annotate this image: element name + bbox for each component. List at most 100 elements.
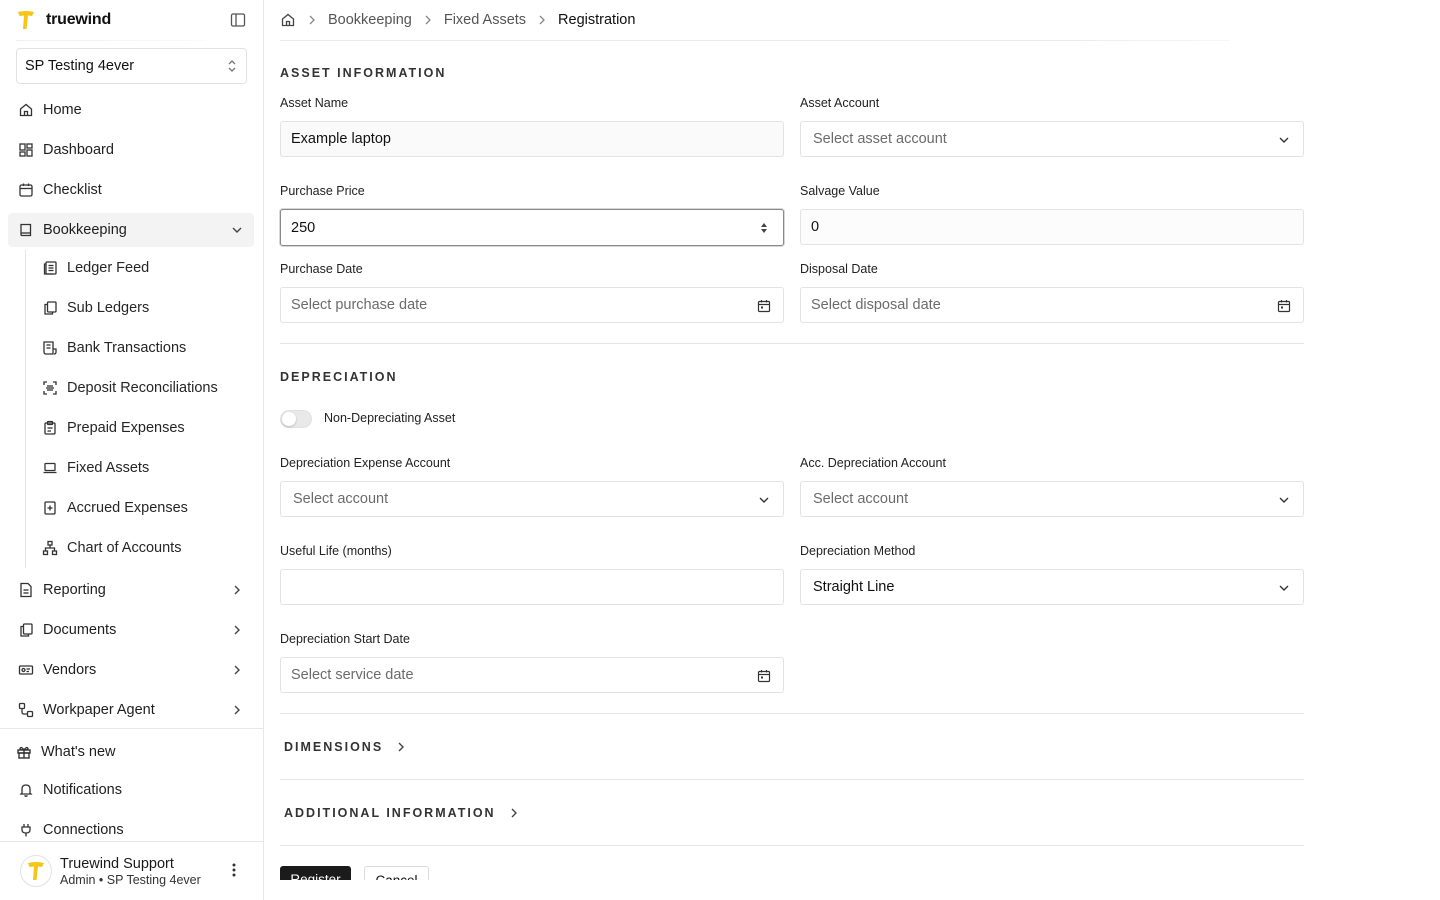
org-selector[interactable]: SP Testing 4ever xyxy=(16,48,247,84)
asset-account-placeholder: Select asset account xyxy=(813,131,947,147)
sidebar-subitem-deposit-reconciliations[interactable]: Deposit Reconciliations xyxy=(34,372,244,404)
sidebar-subitem-prepaid-expenses[interactable]: Prepaid Expenses xyxy=(34,412,244,444)
user-profile[interactable]: Truewind Support Admin • SP Testing 4eve… xyxy=(0,842,264,900)
dimensions-title: DIMENSIONS xyxy=(284,740,384,754)
depreciation-expense-account-select[interactable]: Select account xyxy=(280,481,784,517)
sidebar-subitem-label: Bank Transactions xyxy=(67,340,187,356)
sidebar-subitem-bank-transactions[interactable]: Bank Transactions xyxy=(34,332,244,364)
sidebar-item-label: Dashboard xyxy=(43,142,114,158)
hierarchy-icon xyxy=(42,540,58,556)
breadcrumb-fixed-assets[interactable]: Fixed Assets xyxy=(444,12,526,28)
section-divider xyxy=(280,343,1304,344)
chevron-right-icon xyxy=(234,665,240,675)
number-stepper-icon[interactable] xyxy=(757,221,771,235)
chevron-down-icon xyxy=(759,497,769,503)
receipt-icon xyxy=(42,340,58,356)
sidebar-item-label: Checklist xyxy=(43,182,102,198)
asset-name-label: Asset Name xyxy=(280,96,349,110)
chevron-down-icon xyxy=(232,227,242,233)
dimensions-section-toggle[interactable]: DIMENSIONS xyxy=(284,740,407,754)
salvage-value-input[interactable]: 0 xyxy=(800,209,1304,245)
sidebar-item-workpaper-agent[interactable]: Workpaper Agent xyxy=(8,693,254,727)
depreciation-start-date-label: Depreciation Start Date xyxy=(280,632,410,646)
sidebar-subitem-ledger-feed[interactable]: Ledger Feed xyxy=(34,252,244,284)
purchase-date-input[interactable]: Select purchase date xyxy=(280,287,784,323)
depreciation-start-date-placeholder: Select service date xyxy=(291,667,414,683)
section-title-asset-information: ASSET INFORMATION xyxy=(280,66,447,80)
sidebar-subitem-sub-ledgers[interactable]: Sub Ledgers xyxy=(34,292,244,324)
sidebar-item-reporting[interactable]: Reporting xyxy=(8,573,254,607)
chevron-right-icon xyxy=(511,808,517,818)
salvage-value-label: Salvage Value xyxy=(800,184,880,198)
depreciation-method-select[interactable]: Straight Line xyxy=(800,569,1304,605)
section-title-depreciation: DEPRECIATION xyxy=(280,370,398,384)
sidebar-toggle-icon[interactable] xyxy=(230,12,246,28)
sidebar-item-vendors[interactable]: Vendors xyxy=(8,653,254,687)
additional-information-section-toggle[interactable]: ADDITIONAL INFORMATION xyxy=(284,806,520,820)
disposal-date-input[interactable]: Select disposal date xyxy=(800,287,1304,323)
asset-name-value: Example laptop xyxy=(291,131,391,147)
asset-account-select[interactable]: Select asset account xyxy=(800,121,1304,157)
sidebar-item-dashboard[interactable]: Dashboard xyxy=(8,133,254,167)
depreciation-start-date-input[interactable]: Select service date xyxy=(280,657,784,693)
sidebar-divider xyxy=(0,728,264,729)
laptop-icon xyxy=(42,460,58,476)
chevron-right-icon xyxy=(234,705,240,715)
plus-square-icon xyxy=(42,500,58,516)
book-icon xyxy=(18,222,34,238)
depreciation-expense-account-placeholder: Select account xyxy=(293,491,389,507)
plug-icon xyxy=(18,822,34,838)
ledger-icon xyxy=(42,260,58,276)
sidebar-item-label: Documents xyxy=(43,622,117,638)
acc-depreciation-account-select[interactable]: Select account xyxy=(800,481,1304,517)
non-depreciating-label: Non-Depreciating Asset xyxy=(324,411,456,425)
sidebar-item-home[interactable]: Home xyxy=(8,93,254,127)
sidebar-item-bookkeeping[interactable]: Bookkeeping xyxy=(8,213,254,247)
acc-depreciation-account-label: Acc. Depreciation Account xyxy=(800,456,946,470)
sidebar-subitem-label: Sub Ledgers xyxy=(67,300,150,316)
sidebar-item-documents[interactable]: Documents xyxy=(8,613,254,647)
documents-icon xyxy=(18,622,34,638)
breadcrumb-current: Registration xyxy=(558,12,636,28)
section-divider xyxy=(280,845,1304,846)
sidebar-item-label: Notifications xyxy=(43,782,122,798)
useful-life-input[interactable] xyxy=(280,569,784,605)
acc-depreciation-account-placeholder: Select account xyxy=(813,491,909,507)
sidebar-item-notifications[interactable]: Notifications xyxy=(8,773,254,807)
home-icon[interactable] xyxy=(280,12,296,28)
sidebar-item-whats-new[interactable]: What's new xyxy=(6,735,252,769)
breadcrumb: Bookkeeping Fixed Assets Registration xyxy=(280,10,635,30)
calendar-icon xyxy=(18,182,34,198)
non-depreciating-toggle[interactable] xyxy=(280,410,312,428)
brand[interactable]: truewind xyxy=(16,8,111,32)
sidebar-item-checklist[interactable]: Checklist xyxy=(8,173,254,207)
asset-account-label: Asset Account xyxy=(800,96,880,110)
header-divider xyxy=(280,40,1230,41)
sidebar-subitem-chart-of-accounts[interactable]: Chart of Accounts xyxy=(34,532,244,564)
breadcrumb-bookkeeping[interactable]: Bookkeeping xyxy=(328,12,412,28)
sidebar-subitem-accrued-expenses[interactable]: Accrued Expenses xyxy=(34,492,244,524)
clipboard-icon xyxy=(42,420,58,436)
scan-icon xyxy=(42,380,58,396)
purchase-price-input[interactable]: 250 xyxy=(280,209,784,246)
calendar-icon[interactable] xyxy=(1277,299,1291,313)
truewind-logo-icon xyxy=(16,9,36,31)
sidebar-item-label: Workpaper Agent xyxy=(43,702,155,718)
more-vertical-icon[interactable] xyxy=(227,862,241,878)
submenu-guide-line xyxy=(25,250,26,568)
bell-icon xyxy=(18,782,34,798)
calendar-icon[interactable] xyxy=(757,669,771,683)
sidebar-subitem-label: Deposit Reconciliations xyxy=(67,380,218,396)
gift-icon xyxy=(16,744,32,760)
salvage-value-value: 0 xyxy=(811,219,820,235)
app-name: truewind xyxy=(46,11,112,28)
additional-information-title: ADDITIONAL INFORMATION xyxy=(284,806,496,820)
sidebar-subitem-label: Accrued Expenses xyxy=(67,500,188,516)
chevron-right-icon xyxy=(309,15,315,25)
sidebar-subitem-label: Chart of Accounts xyxy=(67,540,182,556)
calendar-icon[interactable] xyxy=(757,299,771,313)
asset-name-input[interactable]: Example laptop xyxy=(280,121,784,157)
sidebar-subitem-fixed-assets[interactable]: Fixed Assets xyxy=(34,452,244,484)
sidebar-item-label: Reporting xyxy=(43,582,106,598)
chevron-right-icon xyxy=(539,15,545,25)
